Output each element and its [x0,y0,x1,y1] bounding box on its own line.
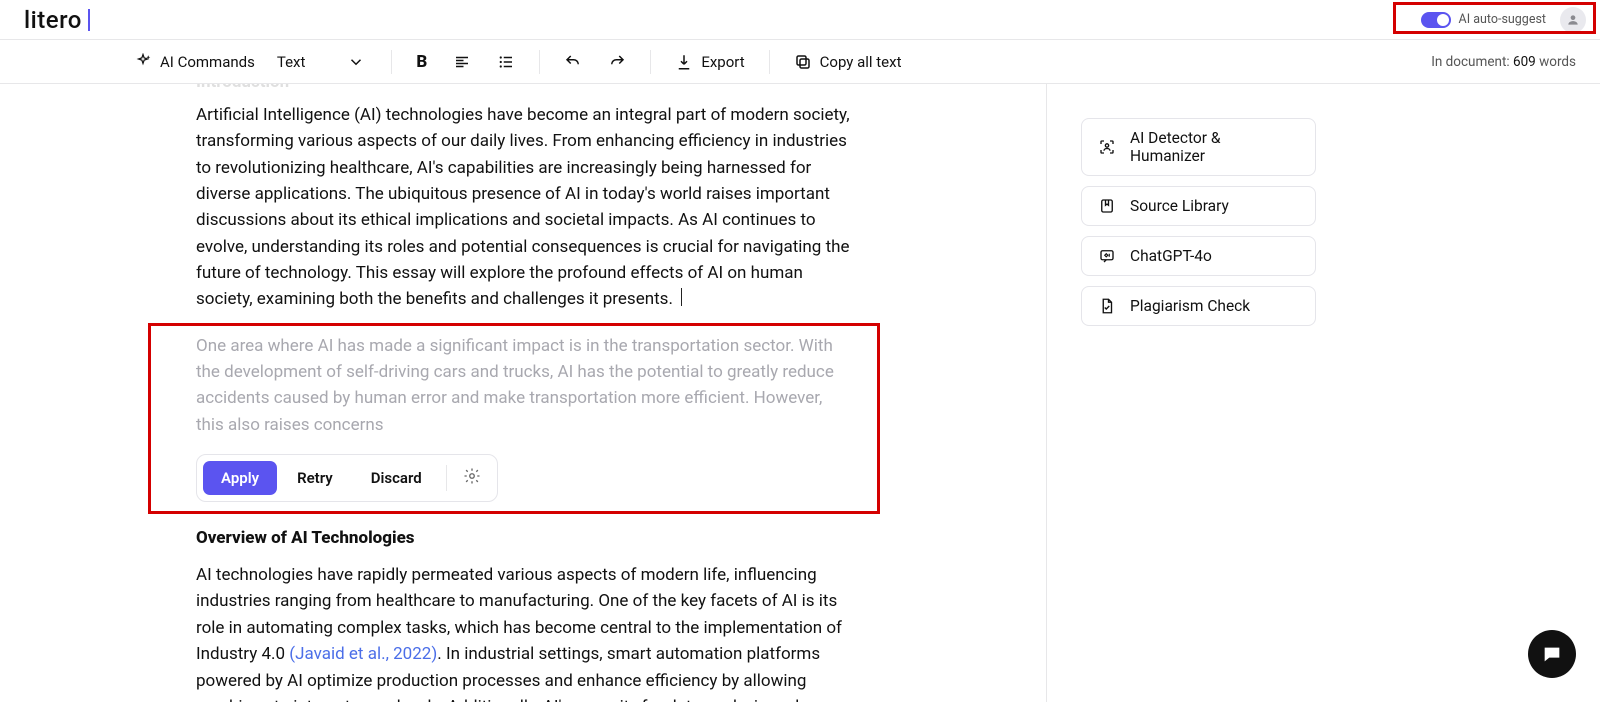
main: Introduction Artificial Intelligence (AI… [0,84,1600,702]
citation-link[interactable]: (Javaid et al., 2022) [289,644,437,664]
brand-cursor-accent [88,9,90,31]
scan-icon [1098,138,1116,156]
export-label: Export [701,53,744,71]
document-body[interactable]: Introduction Artificial Intelligence (AI… [0,84,1046,702]
export-button[interactable]: Export [669,49,750,75]
paragraph-intro-text: Artificial Intelligence (AI) technologie… [196,105,850,309]
section-heading-truncated: Introduction [196,84,850,92]
action-separator [446,465,447,491]
redo-button[interactable] [602,49,632,75]
ai-suggestion-actions: Apply Retry Discard [196,454,498,502]
copy-icon [794,53,812,71]
brand-logo[interactable]: litero [24,6,90,34]
topbar: litero AI auto-suggest [0,0,1600,40]
undo-icon [564,53,582,71]
word-count-suffix: words [1536,54,1576,70]
user-icon [1566,13,1580,27]
ai-commands-label: AI Commands [160,53,255,71]
sparkle-icon [134,53,152,71]
copy-all-label: Copy all text [820,53,902,71]
align-left-icon [453,53,471,71]
retry-button[interactable]: Retry [279,461,351,495]
format-group: B [410,48,521,76]
word-count: In document: 609 words [1431,54,1576,70]
copy-all-button[interactable]: Copy all text [788,49,908,75]
panel-ai-detector[interactable]: AI Detector & Humanizer [1081,118,1316,176]
bullet-list-icon [497,53,515,71]
word-count-number: 609 [1513,54,1536,70]
panel-chatgpt-label: ChatGPT-4o [1130,247,1212,265]
paragraph-overview[interactable]: AI technologies have rapidly permeated v… [196,562,850,702]
ai-commands-button[interactable]: AI Commands [128,49,261,75]
panel-ai-detector-label: AI Detector & Humanizer [1130,129,1299,165]
text-style-select[interactable]: Text [269,49,374,75]
panel-plagiarism[interactable]: Plagiarism Check [1081,286,1316,326]
chat-bubble-icon [1541,643,1563,665]
bold-button[interactable]: B [410,48,433,76]
suggestion-settings-button[interactable] [453,461,491,495]
toolbar: AI Commands Text B [0,40,1600,84]
redo-icon [608,53,626,71]
panel-chatgpt[interactable]: ChatGPT-4o [1081,236,1316,276]
ai-autosuggest-toggle-wrap: AI auto-suggest [1421,12,1546,28]
help-chat-button[interactable] [1528,630,1576,678]
align-button[interactable] [447,49,477,75]
bookmark-page-icon [1098,197,1116,215]
toolbar-separator [391,50,392,74]
document-check-icon [1098,297,1116,315]
toolbar-separator [650,50,651,74]
apply-button[interactable]: Apply [203,461,277,495]
brand-name: litero [24,6,82,34]
text-caret [681,288,682,306]
toolbar-separator [539,50,540,74]
ai-suggestion-block: One area where AI has made a significant… [196,333,850,502]
paragraph-intro[interactable]: Artificial Intelligence (AI) technologie… [196,102,850,313]
ai-autosuggest-toggle[interactable] [1421,12,1451,28]
panel-source-library[interactable]: Source Library [1081,186,1316,226]
panel-plagiarism-label: Plagiarism Check [1130,297,1250,315]
topbar-right: AI auto-suggest [1421,7,1586,33]
editor-column: Introduction Artificial Intelligence (AI… [0,84,1047,702]
chat-ai-icon [1098,247,1116,265]
chevron-down-icon [347,53,365,71]
toggle-knob [1437,14,1449,26]
word-count-prefix: In document: [1431,54,1513,70]
ai-suggestion-text: One area where AI has made a significant… [196,333,850,438]
download-icon [675,53,693,71]
undo-button[interactable] [558,49,588,75]
section-heading-overview[interactable]: Overview of AI Technologies [196,528,850,548]
side-panel: AI Detector & Humanizer Source Library C… [1047,84,1600,702]
ai-autosuggest-label: AI auto-suggest [1459,12,1546,27]
list-button[interactable] [491,49,521,75]
panel-source-library-label: Source Library [1130,197,1229,215]
toolbar-separator [769,50,770,74]
gear-icon [463,467,481,485]
text-style-value: Text [277,53,306,71]
discard-button[interactable]: Discard [353,461,440,495]
avatar[interactable] [1560,7,1586,33]
history-group [558,49,632,75]
